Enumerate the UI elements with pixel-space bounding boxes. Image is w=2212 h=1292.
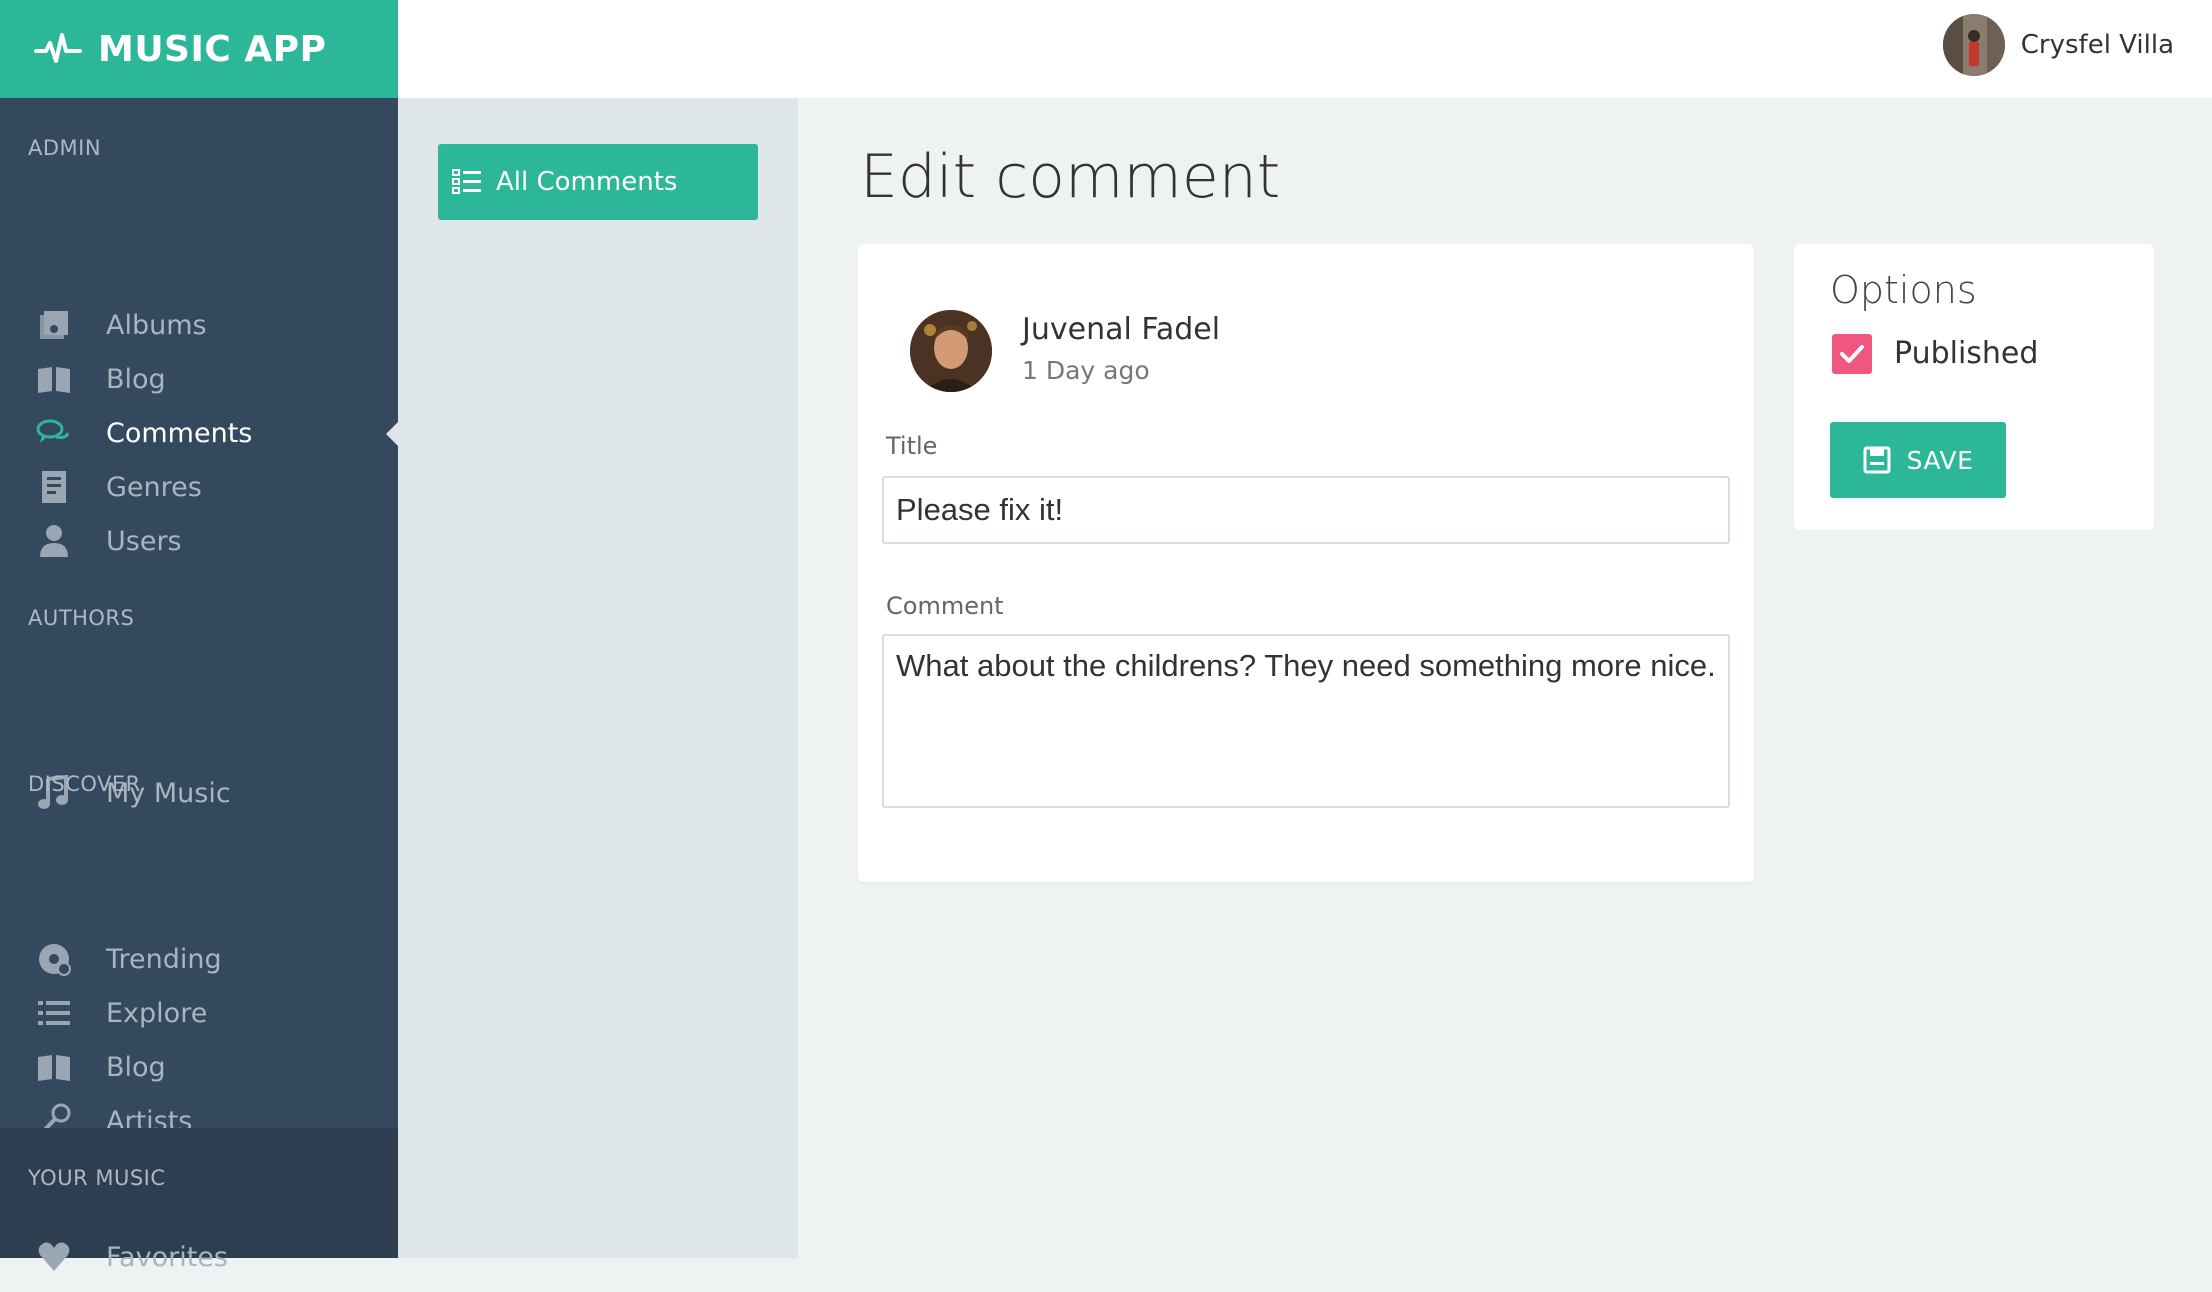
published-label: Published — [1894, 336, 2039, 371]
sidebar-item-label: Blog — [106, 1051, 166, 1083]
title-input[interactable] — [882, 476, 1730, 544]
user-menu[interactable]: Crysfel Villa — [1942, 14, 2174, 76]
all-comments-label: All Comments — [496, 167, 678, 197]
published-checkbox[interactable] — [1832, 334, 1872, 374]
user-icon — [40, 525, 68, 557]
sidebar: MUSIC APP ADMIN Albums Blog Comments Gen… — [0, 0, 398, 1273]
comment-card: Juvenal Fadel 1 Day ago Title Comment Wh… — [858, 244, 1754, 882]
sidebar-item-label: Blog — [106, 363, 166, 395]
brand[interactable]: MUSIC APP — [0, 0, 398, 98]
list-icon — [452, 169, 481, 194]
options-panel: Options Published SAVE — [1794, 244, 2154, 530]
user-name: Crysfel Villa — [2020, 30, 2174, 60]
section-label-admin: ADMIN — [28, 136, 102, 160]
comments-icon — [36, 419, 70, 443]
book-icon — [38, 367, 70, 393]
sidebar-item-label: Explore — [106, 997, 208, 1029]
avatar — [1942, 14, 2005, 76]
book-icon — [38, 1055, 70, 1081]
comment-timestamp: 1 Day ago — [1022, 356, 1150, 385]
disc-icon — [39, 944, 71, 976]
album-icon — [40, 311, 68, 339]
app-title: MUSIC APP — [98, 28, 327, 70]
sidebar-item-label: Albums — [106, 309, 207, 341]
author-avatar — [910, 310, 992, 392]
section-label-authors: AUTHORS — [28, 606, 135, 630]
options-title: Options — [1830, 268, 1977, 312]
section-label-discover: DISCOVER — [28, 772, 141, 796]
comment-label: Comment — [886, 592, 1004, 620]
sidebar-item-label: Trending — [106, 943, 222, 975]
checkmark-icon — [1840, 345, 1864, 363]
sidebar-item-label: Users — [106, 525, 182, 557]
active-indicator — [386, 422, 398, 446]
sidebar-item-favorites[interactable]: Favorites — [0, 1222, 398, 1292]
list-icon — [38, 1001, 70, 1025]
sidebar-item-label: Comments — [106, 417, 253, 449]
topbar: Crysfel Villa — [398, 0, 2212, 98]
your-music-section: YOUR MUSIC Favorites — [0, 1128, 398, 1273]
save-button[interactable]: SAVE — [1830, 422, 2006, 498]
sidebar-item-label: Genres — [106, 471, 202, 503]
all-comments-button[interactable]: All Comments — [438, 144, 758, 220]
document-icon — [42, 471, 66, 503]
main-content: Edit comment Juvenal Fadel 1 Day ago Tit… — [798, 98, 2212, 1258]
secondary-column: All Comments — [398, 98, 798, 1258]
save-label: SAVE — [1906, 445, 1974, 475]
sidebar-item-label: Favorites — [106, 1241, 228, 1273]
pulse-icon — [34, 33, 82, 63]
heart-icon — [38, 1242, 70, 1271]
sidebar-item-users[interactable]: Users — [0, 506, 398, 576]
section-label-your-music: YOUR MUSIC — [28, 1166, 166, 1190]
title-label: Title — [886, 432, 938, 460]
floppy-disk-icon — [1863, 446, 1891, 474]
page-title: Edit comment — [860, 142, 1281, 212]
comment-textarea[interactable]: What about the childrens? They need some… — [882, 634, 1730, 808]
author-name: Juvenal Fadel — [1022, 312, 1221, 347]
